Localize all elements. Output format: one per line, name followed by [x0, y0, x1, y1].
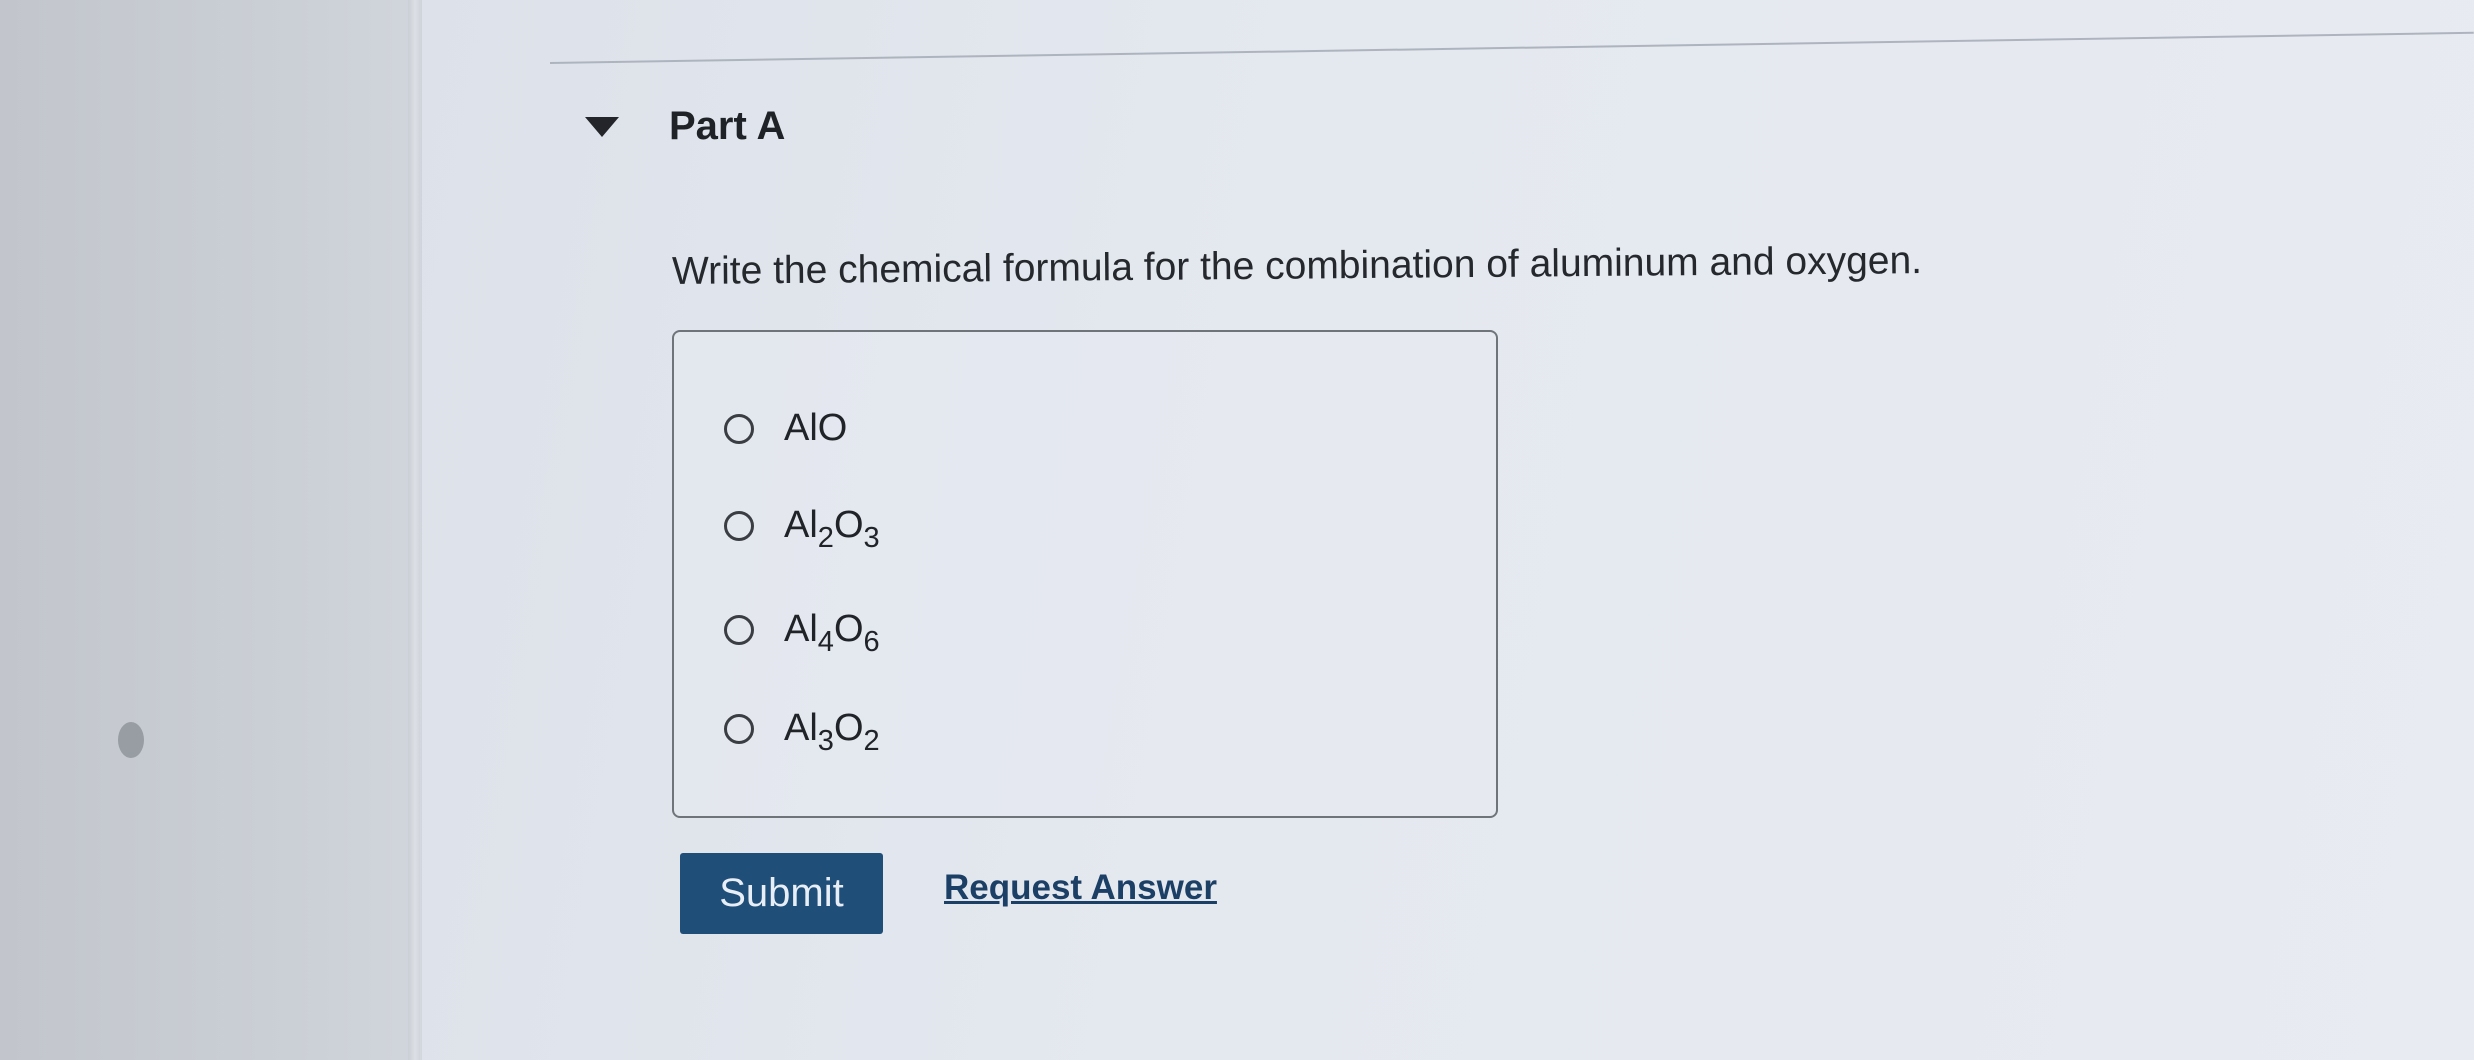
left-background	[0, 0, 420, 1060]
radio-empty-icon[interactable]	[724, 413, 754, 444]
radio-empty-icon[interactable]	[724, 510, 754, 541]
part-title: Part A	[669, 104, 786, 148]
option-label: AlO	[784, 407, 848, 449]
option-al4o6[interactable]: Al4O6	[724, 608, 880, 658]
part-a-header[interactable]: Part A	[585, 104, 785, 149]
caret-down-icon[interactable]	[585, 116, 619, 137]
option-al3o2[interactable]: Al3O2	[724, 707, 880, 757]
request-answer-link[interactable]: Request Answer	[944, 868, 1217, 908]
option-al2o3[interactable]: Al2O3	[724, 504, 880, 554]
option-label: Al4O6	[784, 608, 880, 658]
left-edge-shadow	[408, 0, 422, 1060]
option-label: Al2O3	[784, 504, 880, 554]
radio-empty-icon[interactable]	[724, 713, 754, 744]
dust-mark	[118, 722, 144, 758]
option-alo[interactable]: AlO	[724, 407, 847, 450]
submit-button[interactable]: Submit	[680, 853, 883, 934]
answer-options-box: AlO Al2O3 Al4O6 Al3O2	[672, 330, 1498, 818]
radio-empty-icon[interactable]	[724, 614, 754, 645]
option-label: Al3O2	[784, 707, 880, 757]
